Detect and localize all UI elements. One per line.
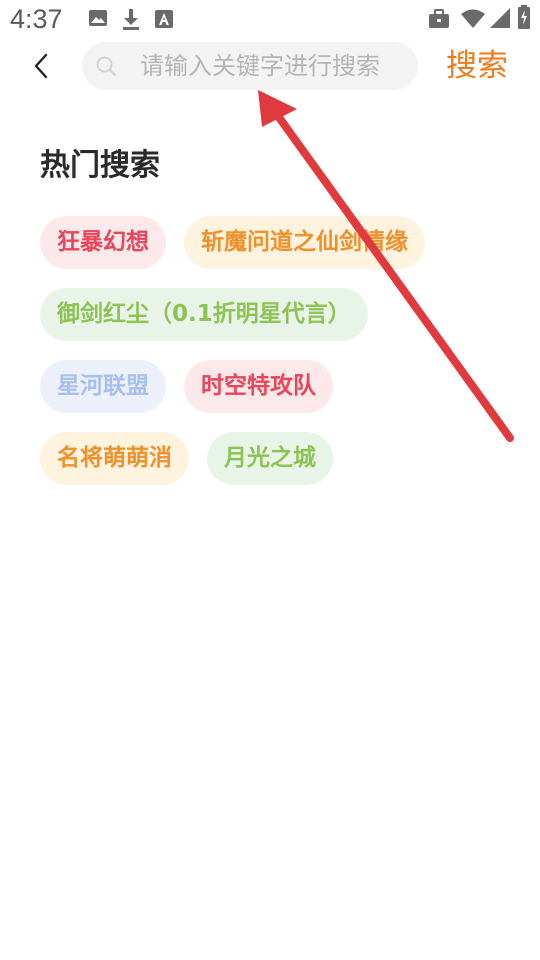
chevron-left-icon [34,53,48,79]
hot-tag[interactable]: 狂暴幻想 [40,216,166,269]
search-button[interactable]: 搜索 [446,44,508,88]
hot-search-title: 热门搜索 [40,148,160,183]
font-icon [155,10,173,28]
search-screen: 4:37 请输入关键字进行搜索 搜索 热门搜索 狂暴幻想 斩魔问道之仙剑情缘 御… [0,0,540,960]
hot-tag[interactable]: 御剑红尘（0.1折明星代言） [40,288,368,341]
back-button[interactable] [24,48,58,84]
download-icon [121,8,141,30]
wifi-icon [461,9,485,29]
hot-tag[interactable]: 斩魔问道之仙剑情缘 [184,216,425,269]
battery-icon [518,5,530,29]
image-icon [88,8,108,28]
search-box[interactable] [82,42,418,90]
tag-row: 星河联盟 时空特攻队 [40,360,500,413]
status-time: 4:37 [10,4,63,34]
search-input[interactable] [140,42,410,90]
tag-row: 名将萌萌消 月光之城 [40,432,500,485]
signal-icon [490,8,510,28]
briefcase-icon [428,9,450,29]
tag-row: 狂暴幻想 斩魔问道之仙剑情缘 [40,216,500,269]
tag-row: 御剑红尘（0.1折明星代言） [40,288,500,341]
search-icon [95,55,117,77]
status-bar: 4:37 [0,0,540,40]
hot-search-tags: 狂暴幻想 斩魔问道之仙剑情缘 御剑红尘（0.1折明星代言） 星河联盟 时空特攻队… [40,216,500,504]
hot-tag[interactable]: 名将萌萌消 [40,432,189,485]
hot-tag[interactable]: 星河联盟 [40,360,166,413]
hot-tag[interactable]: 月光之城 [207,432,333,485]
hot-tag[interactable]: 时空特攻队 [184,360,333,413]
